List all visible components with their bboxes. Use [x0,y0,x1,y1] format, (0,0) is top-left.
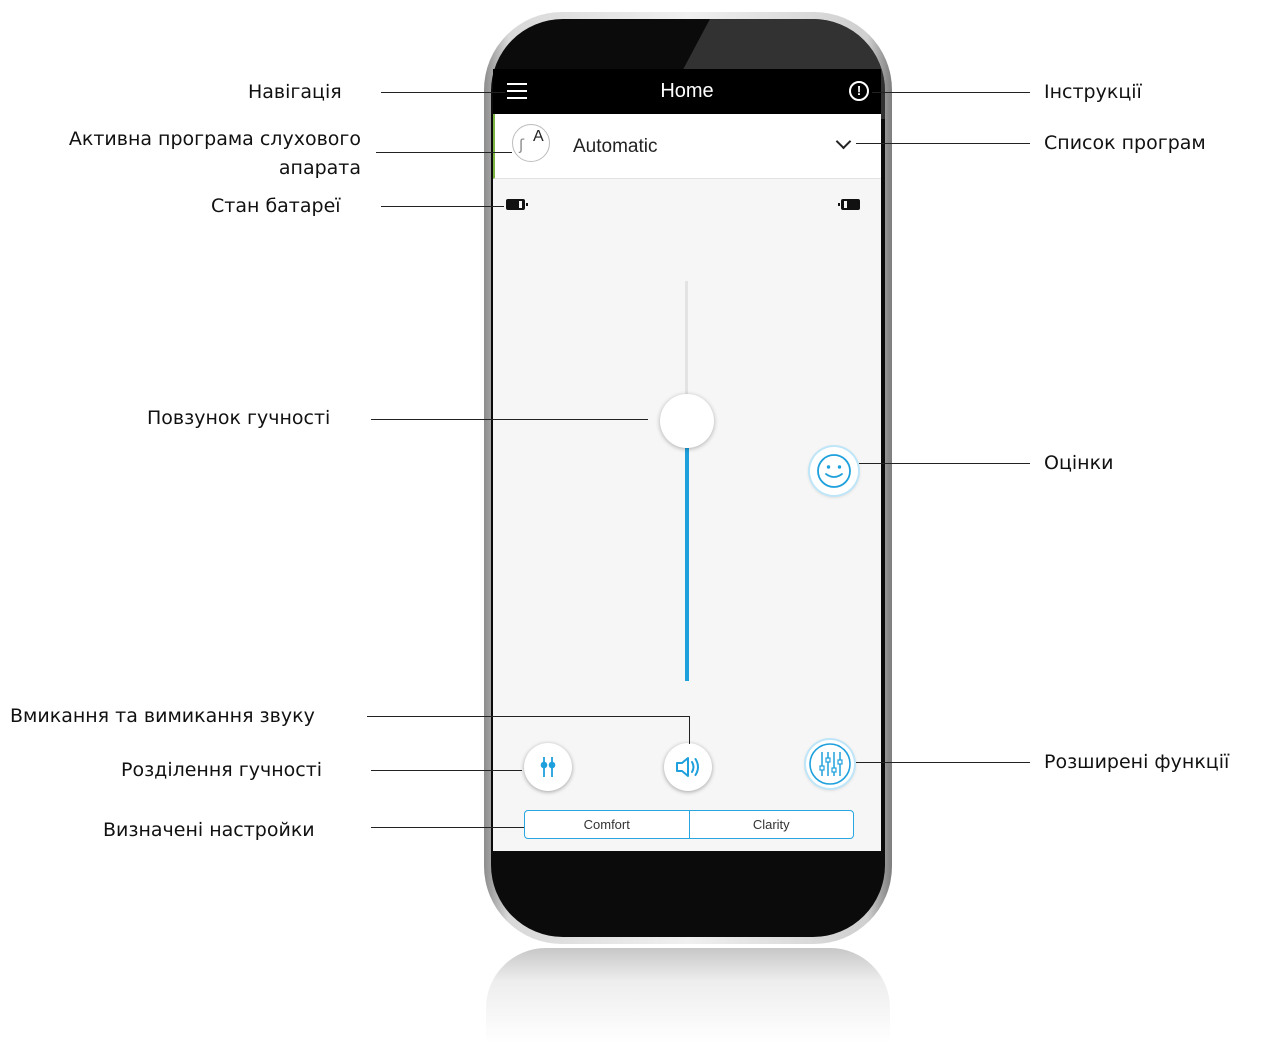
leader-mute-toggle [367,716,689,717]
program-selector[interactable]: ʃ A Automatic [493,114,881,179]
label-presets: Визначені настройки [103,819,315,841]
volume-slider-handle[interactable] [660,394,714,448]
chevron-down-icon[interactable] [835,133,852,150]
leader-active-program [376,152,512,153]
preset-comfort[interactable]: Comfort [525,811,689,838]
leader-instructions [872,92,1030,93]
app-screen: Home ! ʃ A Automatic Comfort Clarity [493,69,881,851]
page-title: Home [660,80,714,102]
leader-volume-split [371,770,522,771]
label-volume-slider: Повзунок гучності [147,407,331,429]
rating-button[interactable] [810,447,858,495]
label-advanced-functions: Розширені функції [1044,751,1230,773]
label-program-list: Список програм [1044,132,1206,154]
preset-clarity[interactable]: Clarity [688,811,854,838]
leader-volume-slider [371,419,648,420]
leader-mute-toggle-drop [689,716,690,744]
leader-presets [371,827,524,828]
label-active-program-line1: Активна програма слухового [68,128,361,150]
label-navigation: Навігація [248,81,342,103]
leader-ratings [859,463,1030,464]
speaker-icon [676,757,699,777]
leader-battery-state [381,206,504,207]
split-sliders-icon [540,757,556,777]
program-icon-letter: A [533,128,544,145]
volume-slider-fill [685,448,689,681]
phone-reflection [486,948,890,1043]
label-instructions: Інструкції [1044,81,1142,103]
battery-right-icon [838,199,860,210]
leader-advanced-functions [856,762,1030,763]
mute-button[interactable] [664,743,712,791]
presets-segmented-control: Comfort Clarity [524,810,854,839]
equalizer-icon [809,743,851,785]
label-active-program-line2: апарата [278,157,361,179]
advanced-functions-button[interactable] [806,740,854,788]
hearing-aid-program-icon: ʃ A [512,124,550,162]
leader-program-list [856,143,1030,144]
label-ratings: Оцінки [1044,452,1114,474]
smiley-face-icon [817,454,851,488]
label-volume-split: Розділення гучності [121,759,323,781]
instructions-icon[interactable]: ! [849,81,869,101]
label-battery-state: Стан батареї [211,195,341,217]
leader-navigation [381,92,505,93]
volume-split-button[interactable] [524,743,572,791]
ear-icon: ʃ [519,136,525,154]
top-bar: Home ! [493,69,881,114]
program-name: Automatic [573,136,658,157]
label-mute-toggle: Вмикання та вимикання звуку [10,705,315,727]
battery-left-icon [506,199,528,210]
